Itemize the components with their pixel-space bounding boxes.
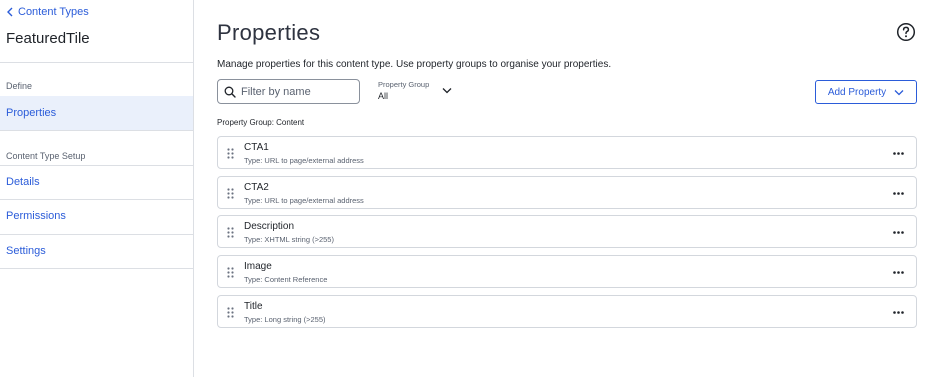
more-horizontal-icon — [892, 310, 904, 314]
property-name: Image — [244, 261, 272, 272]
drag-handle-icon[interactable] — [227, 307, 234, 318]
sidebar-item-label: Details — [6, 176, 40, 188]
property-name: CTA2 — [244, 182, 269, 193]
back-to-content-types-link[interactable]: Content Types — [6, 6, 89, 18]
drag-handle-icon[interactable] — [227, 267, 234, 278]
section-label-setup: Content Type Setup — [6, 151, 86, 161]
page-title: Properties — [217, 20, 321, 45]
property-row-image[interactable]: Image Type: Content Reference — [217, 255, 917, 288]
drag-handle-icon[interactable] — [227, 148, 234, 159]
property-type: Type: XHTML string (>255) — [244, 235, 334, 244]
search-icon — [224, 86, 236, 98]
drag-handle-icon[interactable] — [227, 188, 234, 199]
sidebar-item-properties[interactable]: Properties — [0, 96, 193, 130]
more-options-button[interactable] — [889, 147, 907, 159]
property-row-cta1[interactable]: CTA1 Type: URL to page/external address — [217, 136, 917, 169]
property-group-label: Property Group — [378, 80, 430, 89]
divider — [0, 130, 193, 131]
sidebar-item-label: Permissions — [6, 210, 66, 222]
divider — [0, 268, 193, 269]
main-content: Properties Manage properties for this co… — [194, 0, 936, 377]
page-description: Manage properties for this content type.… — [217, 59, 612, 70]
back-link-label: Content Types — [18, 6, 89, 18]
more-horizontal-icon — [892, 270, 904, 274]
property-type: Type: Content Reference — [244, 275, 328, 284]
sidebar-item-label: Properties — [6, 107, 57, 119]
sidebar-item-details[interactable]: Details — [0, 165, 193, 199]
property-type: Type: Long string (>255) — [244, 315, 326, 324]
chevron-down-icon — [442, 88, 452, 94]
property-group-value: All — [378, 91, 389, 101]
sidebar: Content Types FeaturedTile Define Proper… — [0, 0, 194, 377]
property-name: Description — [244, 221, 295, 232]
divider — [0, 62, 193, 63]
property-type: Type: URL to page/external address — [244, 196, 364, 205]
question-circle-icon[interactable] — [896, 22, 916, 42]
chevron-left-icon — [7, 7, 13, 17]
property-row-description[interactable]: Description Type: XHTML string (>255) — [217, 215, 917, 248]
property-row-cta2[interactable]: CTA2 Type: URL to page/external address — [217, 176, 917, 209]
more-options-button[interactable] — [889, 306, 907, 318]
add-property-label: Add Property — [827, 86, 887, 98]
drag-handle-icon[interactable] — [227, 227, 234, 238]
property-type: Type: URL to page/external address — [244, 156, 364, 165]
more-options-button[interactable] — [889, 187, 907, 199]
sidebar-item-permissions[interactable]: Permissions — [0, 199, 193, 233]
content-type-name: FeaturedTile — [6, 30, 90, 47]
more-horizontal-icon — [892, 151, 904, 155]
more-horizontal-icon — [892, 230, 904, 234]
filter-input[interactable] — [241, 85, 351, 98]
more-options-button[interactable] — [889, 266, 907, 278]
more-options-button[interactable] — [889, 226, 907, 238]
sidebar-item-settings[interactable]: Settings — [0, 234, 193, 268]
section-label-define: Define — [6, 81, 33, 91]
property-group-heading: Property Group: Content — [217, 118, 305, 127]
property-row-title[interactable]: Title Type: Long string (>255) — [217, 295, 917, 328]
sidebar-item-label: Settings — [6, 245, 46, 257]
filter-field[interactable] — [217, 79, 360, 104]
add-property-button[interactable]: Add Property — [815, 80, 917, 104]
property-name: CTA1 — [244, 142, 269, 153]
more-horizontal-icon — [892, 191, 904, 195]
chevron-down-icon — [894, 89, 904, 95]
property-group-select[interactable]: Property Group All — [378, 80, 458, 102]
property-name: Title — [244, 301, 263, 312]
